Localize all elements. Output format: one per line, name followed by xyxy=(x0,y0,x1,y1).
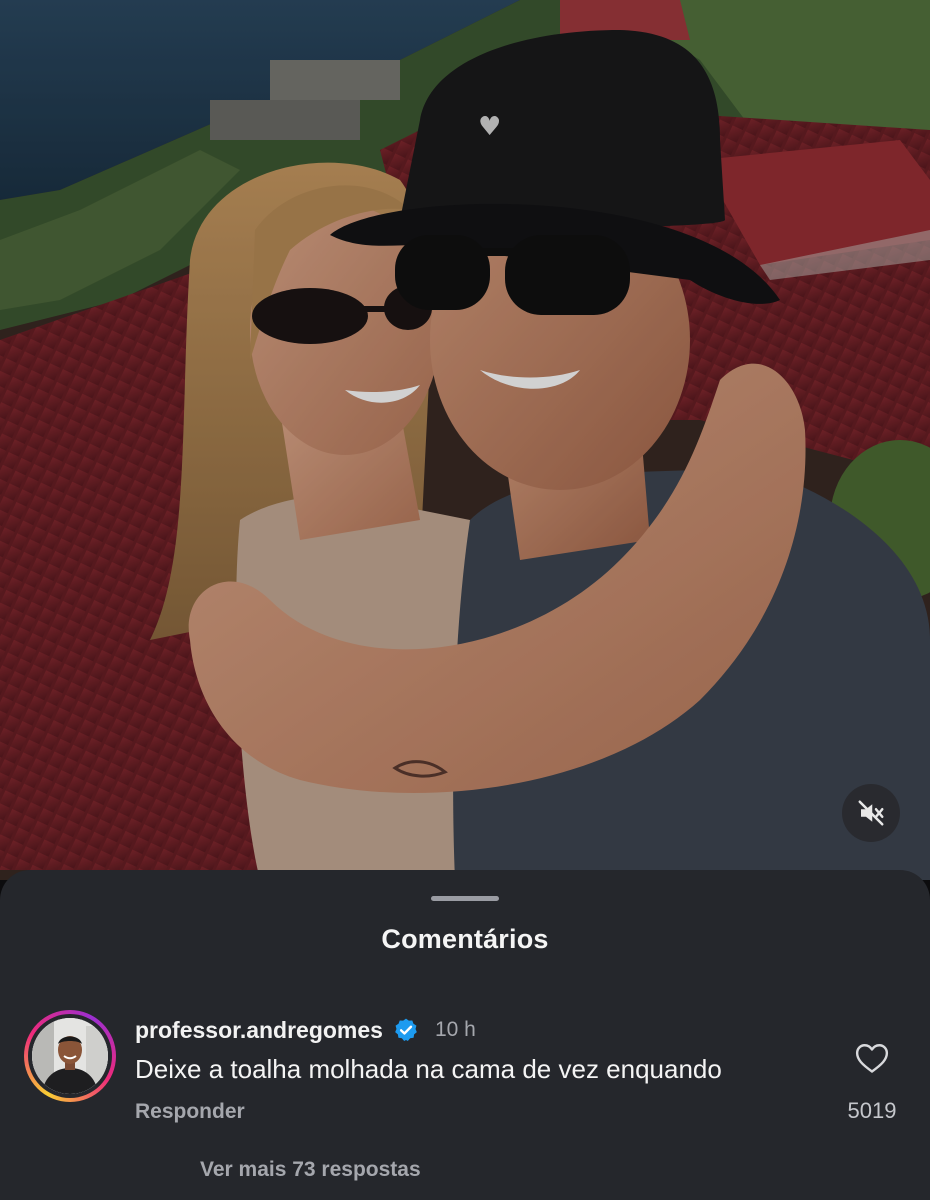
reel-media[interactable]: ♥ xyxy=(0,0,930,880)
speaker-muted-icon xyxy=(856,798,886,828)
mute-button[interactable] xyxy=(842,784,900,842)
view-more-replies-button[interactable]: Ver mais 73 respostas xyxy=(200,1158,421,1182)
svg-text:♥: ♥ xyxy=(478,112,501,142)
like-button[interactable] xyxy=(852,1040,892,1080)
selfie-photo: ♥ xyxy=(0,0,930,880)
verified-badge-icon xyxy=(393,1017,419,1043)
comment-timestamp: 10 h xyxy=(434,1018,476,1041)
like-count: 5019 xyxy=(847,1098,897,1123)
sheet-drag-handle[interactable] xyxy=(431,896,499,901)
reply-button[interactable]: Responder xyxy=(135,1100,245,1124)
avatar xyxy=(32,1018,108,1094)
comment-text: Deixe a toalha molhada na cama de vez en… xyxy=(135,1054,722,1084)
heart-outline-icon xyxy=(855,1042,889,1079)
comment-username[interactable]: professor.andregomes xyxy=(135,1017,383,1044)
avatar-story-ring[interactable] xyxy=(24,1010,116,1102)
comment-item: professor.andregomes 10 h Deixe a toalha… xyxy=(0,1010,930,1140)
comments-sheet: Comentários professor.andregomes 10 h De… xyxy=(0,870,930,1200)
comment-header: professor.andregomes 10 h xyxy=(135,1014,476,1046)
sheet-title: Comentários xyxy=(381,924,549,954)
reel-comments-screen: ♥ Comentários professor.andregomes 10 h … xyxy=(0,0,930,1200)
